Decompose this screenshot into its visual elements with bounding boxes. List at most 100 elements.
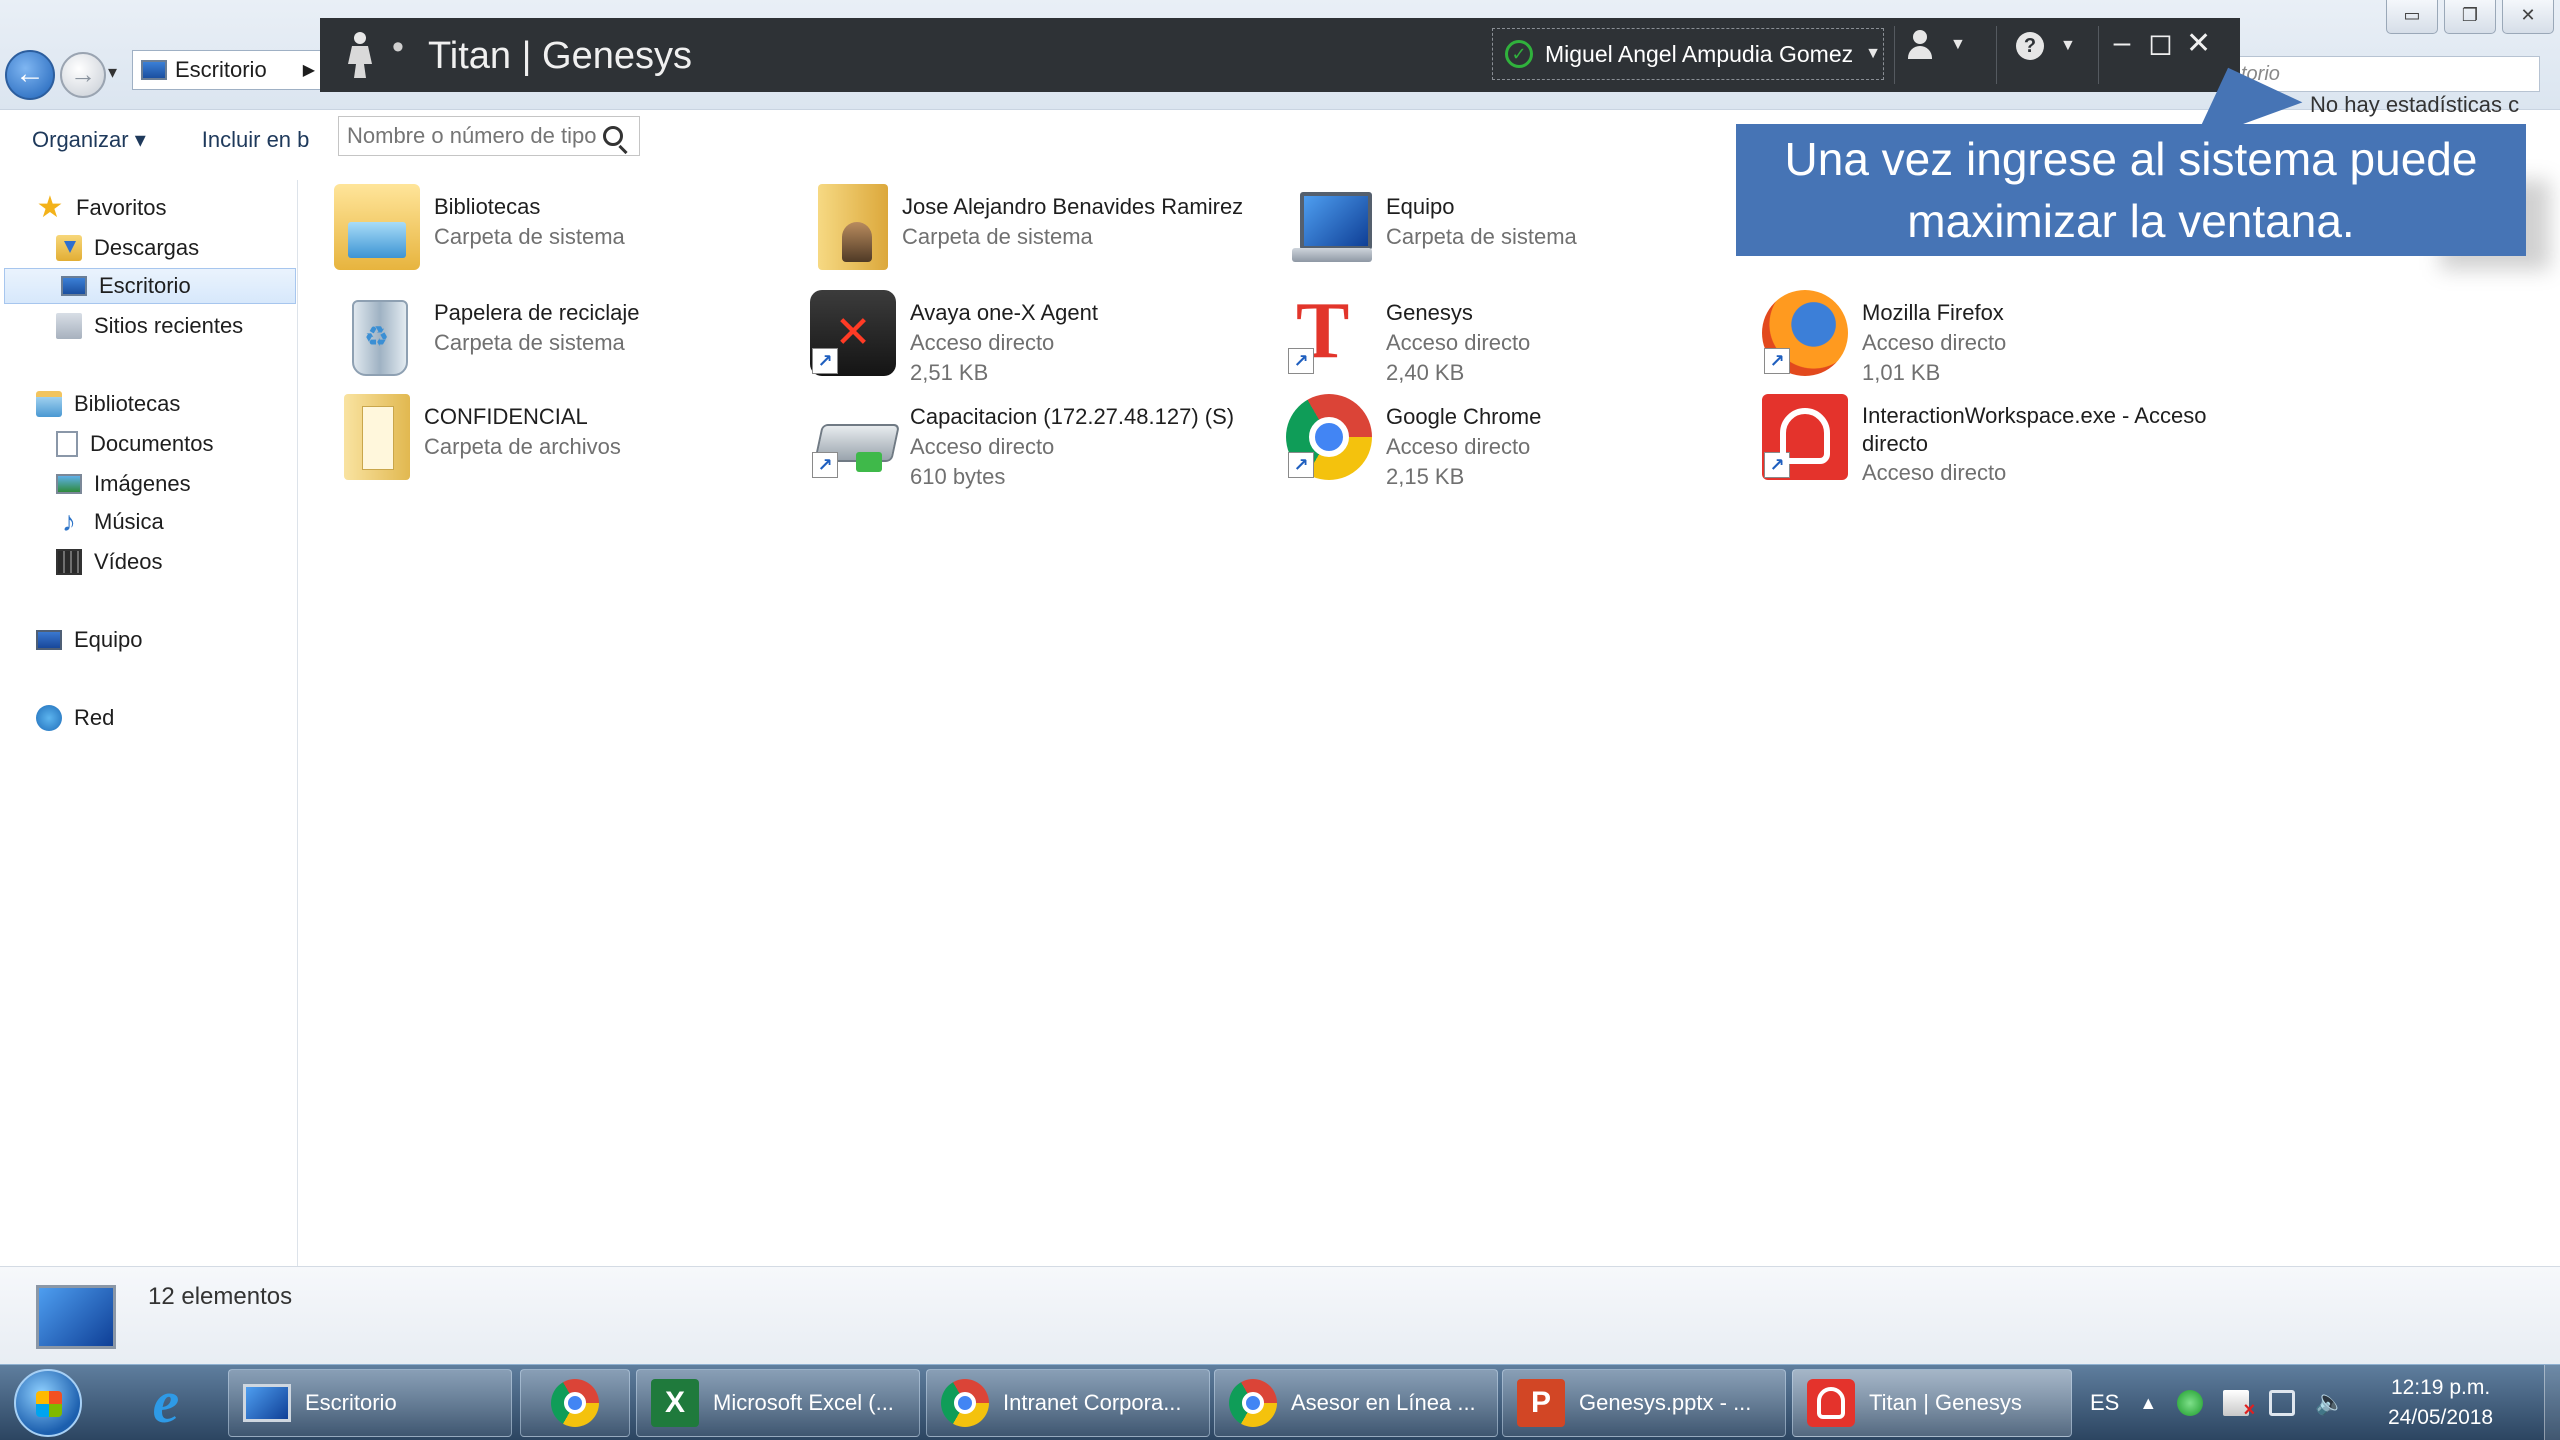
taskbar-button-intranet[interactable]: Intranet Corpora... bbox=[926, 1369, 1210, 1437]
clock-date: 24/05/2018 bbox=[2388, 1406, 2494, 1429]
sidebar-item-music[interactable]: ♪ Música bbox=[0, 504, 164, 540]
network-tray-icon[interactable] bbox=[2269, 1390, 2296, 1416]
file-item-genesys[interactable]: ↗ Genesys Acceso directo 2,40 KB bbox=[1286, 286, 1530, 386]
genesys-window-controls: – ◻ ✕ bbox=[2110, 26, 2211, 61]
file-item-interaction-workspace[interactable]: ↗ InteractionWorkspace.exe - Acceso dire… bbox=[1762, 394, 2242, 490]
navigation-pane: ★ Favoritos Descargas Escritorio Sitios … bbox=[0, 180, 298, 1266]
file-type: Carpeta de sistema bbox=[434, 330, 625, 355]
include-in-library-menu[interactable]: Incluir en b bbox=[202, 127, 310, 153]
file-item-firefox[interactable]: ↗ Mozilla Firefox Acceso directo 1,01 KB bbox=[1762, 290, 2006, 386]
file-size: 1,01 KB bbox=[1862, 360, 1941, 385]
file-size: 610 bytes bbox=[910, 464, 1006, 489]
shortcut-arrow-icon: ↗ bbox=[1764, 348, 1790, 374]
preview-status-text: No hay estadísticas c bbox=[2310, 92, 2520, 117]
file-type: Carpeta de sistema bbox=[434, 224, 625, 249]
star-icon: ★ bbox=[36, 191, 64, 224]
status-tray-icon[interactable] bbox=[2177, 1390, 2204, 1416]
sidebar-item-label: Favoritos bbox=[76, 195, 167, 220]
sidebar-item-favorites[interactable]: ★ Favoritos bbox=[0, 190, 167, 226]
breadcrumb-arrow-icon[interactable]: ▶ bbox=[303, 60, 315, 80]
organize-menu[interactable]: Organizar ▾ bbox=[32, 127, 146, 153]
file-name: Google Chrome bbox=[1386, 404, 1542, 429]
shortcut-arrow-icon: ↗ bbox=[1764, 452, 1790, 478]
minimize-button[interactable]: ▭ bbox=[2386, 0, 2438, 34]
desktop-icon bbox=[36, 1285, 116, 1349]
chevron-down-icon: ▾ bbox=[134, 127, 146, 152]
user-status-dropdown[interactable]: ✓ Miguel Angel Ampudia Gomez ▼ bbox=[1492, 28, 1884, 80]
file-item-recycle-bin[interactable]: Papelera de reciclaje Carpeta de sistema bbox=[334, 290, 639, 386]
desktop-icon bbox=[61, 276, 87, 296]
file-size: 2,51 KB bbox=[910, 360, 989, 385]
file-type: Acceso directo bbox=[1862, 330, 2007, 355]
libraries-folder-icon bbox=[334, 184, 420, 270]
show-desktop-button[interactable] bbox=[2544, 1365, 2560, 1440]
genesys-search-input[interactable] bbox=[339, 123, 599, 149]
clock[interactable]: 12:19 p.m. 24/05/2018 bbox=[2388, 1373, 2493, 1433]
file-name: Equipo bbox=[1386, 194, 1455, 219]
minimize-icon[interactable]: – bbox=[2110, 26, 2134, 61]
network-drive-icon: ↗ bbox=[810, 394, 896, 480]
instruction-callout: Una vez ingrese al sistema puede maximiz… bbox=[1736, 124, 2526, 256]
tray-expand-icon[interactable]: ▲ bbox=[2139, 1393, 2157, 1414]
sidebar-item-network[interactable]: Red bbox=[0, 700, 114, 736]
file-name: InteractionWorkspace.exe - Acceso direct… bbox=[1862, 403, 2207, 456]
start-button[interactable] bbox=[14, 1369, 82, 1437]
excel-icon: X bbox=[651, 1379, 699, 1427]
file-item-libraries[interactable]: Bibliotecas Carpeta de sistema bbox=[334, 184, 625, 280]
taskbar-button-titan-genesys[interactable]: Titan | Genesys bbox=[1792, 1369, 2072, 1437]
file-name: Capacitacion (172.27.48.127) (S) bbox=[910, 404, 1235, 429]
sidebar-item-downloads[interactable]: Descargas bbox=[0, 230, 199, 266]
action-center-icon[interactable] bbox=[2223, 1390, 2255, 1422]
taskbar-button-excel[interactable]: X Microsoft Excel (... bbox=[636, 1369, 920, 1437]
file-name: CONFIDENCIAL bbox=[424, 404, 588, 429]
file-item-chrome[interactable]: ↗ Google Chrome Acceso directo 2,15 KB bbox=[1286, 394, 1541, 490]
sidebar-item-label: Imágenes bbox=[94, 471, 191, 496]
command-bar: Organizar ▾ Incluir en b bbox=[0, 112, 320, 168]
powerpoint-icon: P bbox=[1517, 1379, 1565, 1427]
sidebar-item-recent-places[interactable]: Sitios recientes bbox=[0, 308, 243, 344]
avaya-icon: ✕ ↗ bbox=[810, 290, 896, 376]
internet-explorer-icon[interactable]: e bbox=[134, 1371, 198, 1435]
sidebar-item-desktop[interactable]: Escritorio bbox=[4, 268, 296, 304]
divider bbox=[2098, 26, 2099, 84]
language-indicator[interactable]: ES bbox=[2090, 1390, 2119, 1416]
forward-button[interactable]: → bbox=[60, 52, 106, 98]
file-item-avaya[interactable]: ✕ ↗ Avaya one-X Agent Acceso directo 2,51 K… bbox=[810, 290, 1098, 386]
desktop-icon bbox=[243, 1384, 291, 1422]
file-item-user-folder[interactable]: Jose Alejandro Benavides Ramirez Carpeta … bbox=[810, 184, 1243, 280]
file-item-confidencial[interactable]: CONFIDENCIAL Carpeta de archivos bbox=[334, 394, 621, 490]
help-icon: ? bbox=[2016, 32, 2044, 60]
sidebar-item-documents[interactable]: Documentos bbox=[0, 426, 214, 462]
taskbar-button-asesor[interactable]: Asesor en Línea ... bbox=[1214, 1369, 1498, 1437]
sidebar-item-images[interactable]: Imágenes bbox=[0, 466, 191, 502]
sidebar-item-libraries[interactable]: Bibliotecas bbox=[0, 386, 180, 422]
sidebar-item-videos[interactable]: Vídeos bbox=[0, 544, 163, 580]
chevron-down-icon: ▼ bbox=[2060, 37, 2076, 54]
documents-icon bbox=[56, 431, 78, 457]
agent-menu-button[interactable]: ▼ bbox=[1906, 30, 1966, 60]
maximize-icon[interactable]: ◻ bbox=[2148, 26, 2173, 61]
recycle-bin-icon bbox=[334, 290, 420, 376]
file-item-computer[interactable]: Equipo Carpeta de sistema bbox=[1286, 184, 1577, 280]
back-button[interactable]: ← bbox=[5, 50, 55, 100]
taskbar-button-chrome[interactable] bbox=[520, 1369, 630, 1437]
file-size: 2,40 KB bbox=[1386, 360, 1465, 385]
close-button[interactable]: ✕ bbox=[2502, 0, 2554, 34]
file-type: Acceso directo bbox=[1862, 460, 2007, 485]
folder-icon bbox=[344, 394, 410, 480]
search-icon[interactable] bbox=[603, 126, 623, 146]
details-pane: 12 elementos bbox=[0, 1266, 2560, 1364]
restore-button[interactable]: ❐ bbox=[2444, 0, 2496, 34]
taskbar-button-explorer[interactable]: Escritorio bbox=[228, 1369, 512, 1437]
address-bar[interactable]: Escritorio ▶ bbox=[132, 50, 322, 90]
help-menu-button[interactable]: ? ▼ bbox=[2016, 32, 2076, 60]
volume-icon[interactable]: 🔈 bbox=[2315, 1390, 2345, 1416]
chevron-down-icon: ▼ bbox=[1950, 36, 1966, 53]
sidebar-item-computer[interactable]: Equipo bbox=[0, 622, 143, 658]
history-dropdown-icon[interactable]: ▾ bbox=[108, 62, 117, 83]
taskbar-button-powerpoint[interactable]: P Genesys.pptx - ... bbox=[1502, 1369, 1786, 1437]
file-type: Carpeta de sistema bbox=[902, 224, 1093, 249]
file-item-capacitacion[interactable]: ↗ Capacitacion (172.27.48.127) (S) Acceso… bbox=[810, 394, 1234, 490]
close-icon[interactable]: ✕ bbox=[2186, 26, 2211, 61]
item-count: 12 elementos bbox=[148, 1283, 293, 1310]
